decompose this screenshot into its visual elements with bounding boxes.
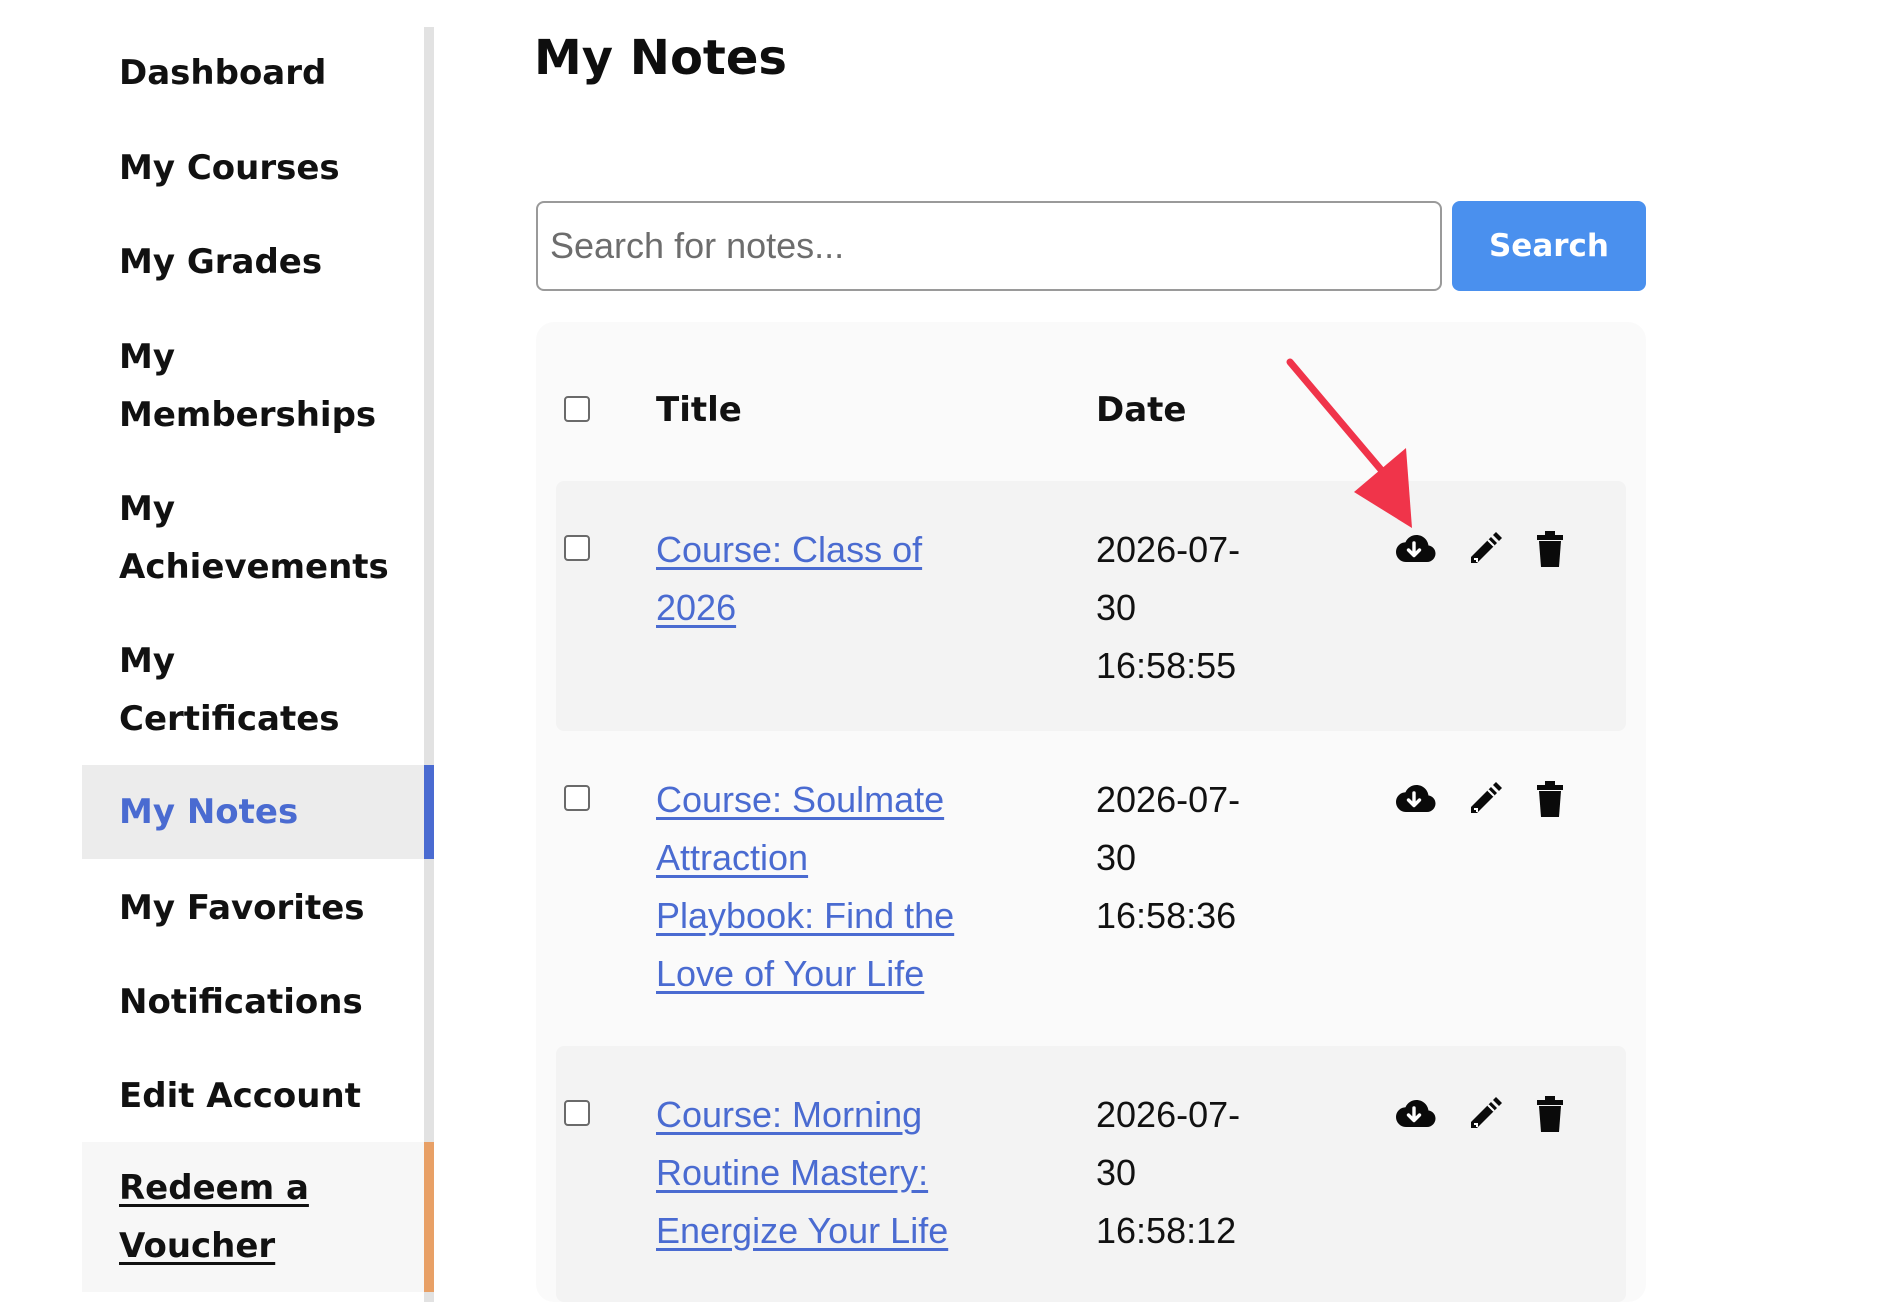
note-date-line: 30	[1096, 587, 1137, 628]
note-date-line: 2026-07-	[1096, 529, 1241, 570]
sidebar-item-label: Certificates	[119, 699, 340, 739]
sidebar-item-my-courses[interactable]: My Courses	[82, 139, 434, 197]
note-title-line: Attraction	[656, 837, 809, 878]
note-date-line: 2026-07-	[1096, 779, 1241, 820]
sidebar-item-my-achievements[interactable]: My Achievements	[82, 480, 434, 596]
note-title-line: Course: Morning	[656, 1094, 923, 1135]
row-checkbox[interactable]	[564, 785, 590, 811]
note-title-line: Energize Your Life	[656, 1210, 949, 1251]
note-title-line: Course: Class of	[656, 529, 923, 570]
note-title-line: 2026	[656, 587, 737, 628]
row-checkbox[interactable]	[564, 1100, 590, 1126]
table-row: Course: Morning Routine Mastery: Energiz…	[556, 1046, 1626, 1302]
sidebar-nav: Dashboard My Courses My Grades My Member…	[82, 27, 436, 1302]
search-input[interactable]	[536, 201, 1442, 291]
pencil-icon[interactable]	[1460, 1090, 1508, 1138]
note-date-line: 30	[1096, 837, 1137, 878]
note-title-line: Love of Your Life	[656, 953, 925, 994]
note-date: 2026-07- 30 16:58:55	[1096, 521, 1276, 695]
pencil-icon[interactable]	[1460, 775, 1508, 823]
sidebar-item-label: Edit Account	[119, 1076, 361, 1116]
cloud-download-icon[interactable]	[1390, 1090, 1438, 1138]
note-title-link[interactable]: Course: Soulmate Attraction Playbook: Fi…	[656, 771, 986, 1003]
note-date: 2026-07- 30 16:58:36	[1096, 771, 1276, 945]
sidebar-item-label: My Courses	[119, 148, 340, 188]
note-title-link[interactable]: Course: Morning Routine Mastery: Energiz…	[656, 1086, 986, 1260]
sidebar-item-label: Voucher	[119, 1226, 276, 1266]
column-header-title: Title	[656, 390, 742, 430]
select-all-checkbox[interactable]	[564, 396, 590, 422]
note-date-line: 16:58:55	[1096, 645, 1237, 686]
sidebar-item-edit-account[interactable]: Edit Account	[82, 1067, 434, 1125]
sidebar-item-label: My	[119, 489, 175, 529]
sidebar-item-label: My	[119, 641, 175, 681]
note-title-line: Course: Soulmate	[656, 779, 945, 820]
note-date-line: 16:58:12	[1096, 1210, 1237, 1251]
sidebar-item-my-favorites[interactable]: My Favorites	[82, 879, 434, 937]
trash-icon[interactable]	[1526, 775, 1574, 823]
sidebar-item-label: My Notes	[119, 792, 299, 832]
sidebar-item-label: Dashboard	[119, 53, 327, 93]
sidebar-item-label: Memberships	[119, 395, 377, 435]
pencil-icon[interactable]	[1460, 525, 1508, 573]
note-date-line: 30	[1096, 1152, 1137, 1193]
column-header-date: Date	[1096, 390, 1187, 430]
sidebar-item-my-grades[interactable]: My Grades	[82, 233, 434, 291]
sidebar-item-my-certificates[interactable]: My Certificates	[82, 632, 434, 748]
sidebar-item-dashboard[interactable]: Dashboard	[82, 44, 434, 102]
cloud-download-icon[interactable]	[1390, 525, 1438, 573]
note-date: 2026-07- 30 16:58:12	[1096, 1086, 1276, 1260]
trash-icon[interactable]	[1526, 525, 1574, 573]
sidebar-item-label: Redeem a	[119, 1168, 309, 1208]
note-date-line: 2026-07-	[1096, 1094, 1241, 1135]
table-row: Course: Soulmate Attraction Playbook: Fi…	[556, 731, 1626, 1040]
page-title: My Notes	[534, 30, 787, 86]
note-date-line: 16:58:36	[1096, 895, 1237, 936]
cloud-download-icon[interactable]	[1390, 775, 1438, 823]
sidebar-item-notifications[interactable]: Notifications	[82, 973, 434, 1031]
trash-icon[interactable]	[1526, 1090, 1574, 1138]
note-title-line: Playbook: Find the	[656, 895, 955, 936]
note-title-line: Routine Mastery:	[656, 1152, 929, 1193]
sidebar-item-label: Notifications	[119, 982, 363, 1022]
row-checkbox[interactable]	[564, 535, 590, 561]
sidebar-item-label: Achievements	[119, 547, 389, 587]
sidebar-item-redeem-voucher[interactable]: Redeem a Voucher	[82, 1142, 434, 1292]
sidebar-item-label: My Grades	[119, 242, 323, 282]
sidebar-item-label: My	[119, 337, 175, 377]
table-row: Course: Class of 2026 2026-07- 30 16:58:…	[556, 481, 1626, 731]
search-button[interactable]: Search	[1452, 201, 1646, 291]
sidebar-item-my-memberships[interactable]: My Memberships	[82, 328, 434, 444]
sidebar-item-label: My Favorites	[119, 888, 365, 928]
sidebar-item-my-notes[interactable]: My Notes	[82, 765, 434, 859]
note-title-link[interactable]: Course: Class of 2026	[656, 521, 986, 637]
